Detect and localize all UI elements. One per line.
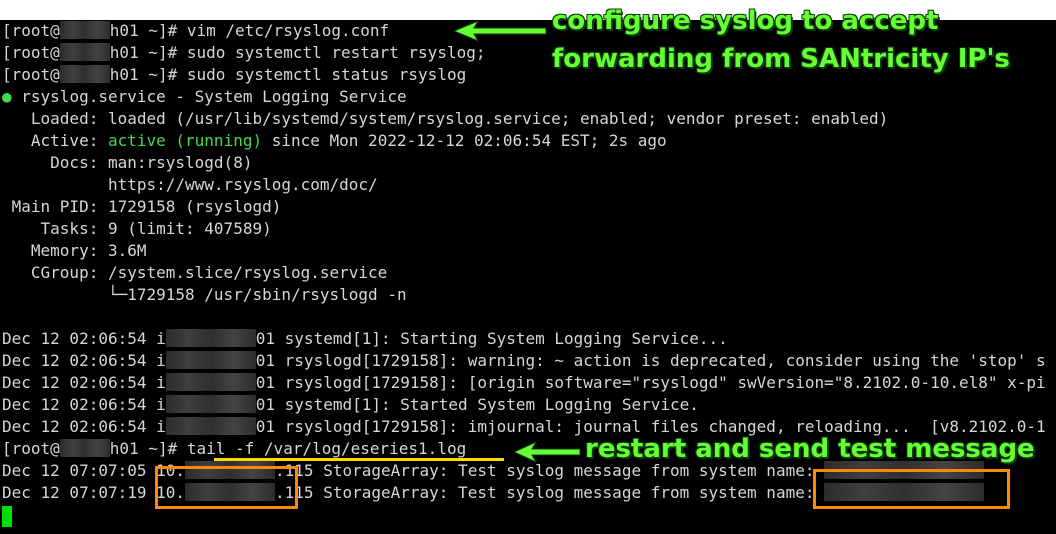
journal-message: 01 rsyslogd[1729158]: warning: ~ action …	[255, 351, 1046, 370]
service-memory: Memory: 3.6M	[2, 241, 147, 260]
command-text: sudo systemctl status rsyslog	[186, 65, 467, 84]
redacted-hostname	[59, 43, 110, 61]
prompt-host: h01 ~]#	[109, 439, 187, 458]
journal-line: Dec 12 02:06:54 i 01 rsyslogd[1729158]: w…	[2, 350, 1046, 372]
active-since: since Mon 2022-12-12 02:06:54 EST; 2s ag…	[262, 131, 667, 150]
status-dot-icon: ●	[2, 87, 12, 106]
service-cgroup-process: └─1729158 /usr/sbin/rsyslogd -n	[2, 285, 407, 304]
prompt-user: [root@	[2, 65, 60, 84]
command-line-restart: [root@ h01 ~]# sudo systemctl restart rsy…	[2, 42, 485, 64]
journal-time-host: Dec 12 02:06:54 i	[2, 329, 166, 348]
journal-time-host: Dec 12 02:06:54 i	[2, 351, 166, 370]
journal-line: Dec 12 02:06:54 i 01 rsyslogd[1729158]: […	[2, 372, 1046, 394]
journal-time-host: Dec 12 02:06:54 i	[2, 373, 166, 392]
arrow-left-icon	[512, 441, 581, 463]
log-time: Dec 12 07:07:05	[2, 461, 157, 480]
service-docs-url: https://www.rsyslog.com/doc/	[2, 175, 378, 194]
command-text: sudo systemctl restart rsyslog;	[186, 43, 486, 62]
log-message: StorageArray: Test syslog message from s…	[313, 483, 825, 502]
highlight-box-system-name	[813, 469, 1010, 509]
redacted-hostname	[165, 395, 256, 413]
highlight-box-ip	[155, 466, 298, 509]
command-text: tail -f /var/log/eseries1.log	[186, 439, 467, 458]
redacted-hostname	[59, 439, 110, 457]
journal-time-host: Dec 12 02:06:54 i	[2, 395, 166, 414]
arrow-left-icon	[452, 20, 547, 42]
prompt-user: [root@	[2, 43, 60, 62]
annotation-restart-test: restart and send test message	[585, 434, 1035, 464]
journal-message: 01 rsyslogd[1729158]: [origin software="…	[255, 373, 1046, 392]
prompt-user: [root@	[2, 21, 60, 40]
service-tasks: Tasks: 9 (limit: 407589)	[2, 219, 272, 238]
command-underline	[214, 458, 504, 461]
prompt-host: h01 ~]#	[109, 43, 187, 62]
log-time: Dec 12 07:07:19	[2, 483, 157, 502]
active-label: Active:	[2, 131, 108, 150]
service-cgroup: CGroup: /system.slice/rsyslog.service	[2, 263, 388, 282]
redacted-hostname	[59, 21, 110, 39]
service-main-pid: Main PID: 1729158 (rsyslogd)	[2, 197, 282, 216]
command-text: vim /etc/rsyslog.conf	[186, 21, 390, 40]
redacted-hostname	[165, 329, 256, 347]
active-status: active (running)	[107, 131, 263, 150]
service-header: ● rsyslog.service - System Logging Servi…	[2, 86, 407, 108]
service-active: Active: active (running) since Mon 2022-…	[2, 130, 667, 152]
command-line-tail: [root@ h01 ~]# tail -f /var/log/eseries1.…	[2, 438, 466, 460]
redacted-hostname	[165, 373, 256, 391]
journal-line: Dec 12 02:06:54 i 01 systemd[1]: Started …	[2, 394, 699, 416]
command-line-status: [root@ h01 ~]# sudo systemctl status rsys…	[2, 64, 466, 86]
journal-time-host: Dec 12 02:06:54 i	[2, 417, 166, 436]
redacted-hostname	[165, 351, 256, 369]
redacted-hostname	[59, 65, 110, 83]
journal-line: Dec 12 02:06:54 i 01 systemd[1]: Starting…	[2, 328, 728, 350]
annotation-configure-line1: configure syslog to accept	[552, 6, 939, 36]
terminal-cursor[interactable]	[2, 506, 12, 527]
terminal-window[interactable]: [root@ h01 ~]# vim /etc/rsyslog.conf [roo…	[0, 0, 1056, 534]
service-name: rsyslog.service - System Logging Service	[11, 87, 407, 106]
prompt-host: h01 ~]#	[109, 21, 187, 40]
prompt-host: h01 ~]#	[109, 65, 187, 84]
redacted-hostname	[165, 417, 256, 435]
journal-message: 01 systemd[1]: Starting System Logging S…	[255, 329, 728, 348]
service-loaded: Loaded: loaded (/usr/lib/systemd/system/…	[2, 109, 889, 128]
service-docs: Docs: man:rsyslogd(8)	[2, 153, 253, 172]
command-line-vim: [root@ h01 ~]# vim /etc/rsyslog.conf	[2, 20, 389, 42]
annotation-configure-line2: forwarding from SANtricity IP's	[552, 44, 1010, 74]
prompt-user: [root@	[2, 439, 60, 458]
journal-message: 01 systemd[1]: Started System Logging Se…	[255, 395, 699, 414]
